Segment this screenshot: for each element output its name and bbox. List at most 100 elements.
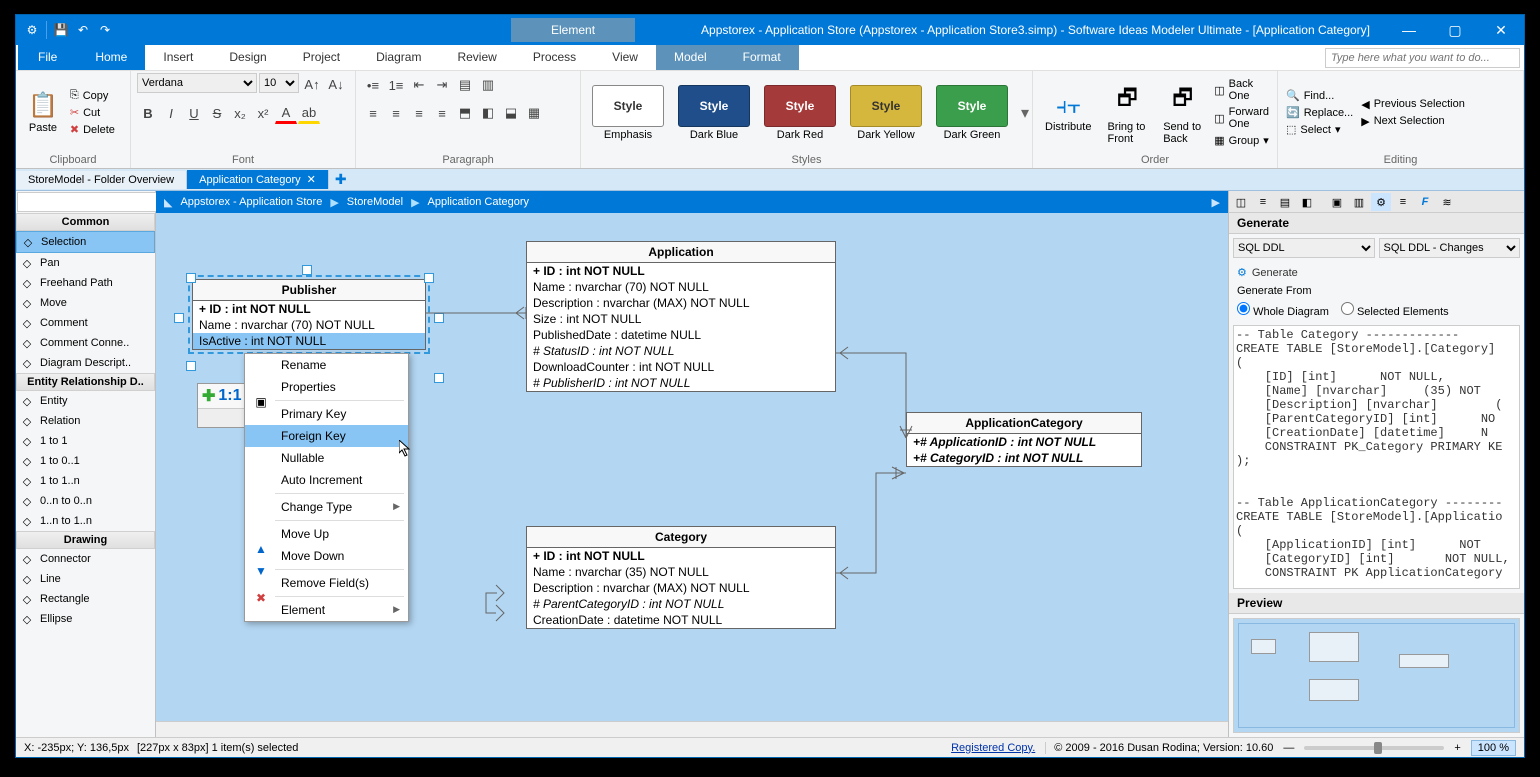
tab-review[interactable]: Review <box>439 45 514 70</box>
bc-root[interactable]: Appstorex - Application Store <box>180 196 322 208</box>
toolbox-item[interactable]: ◇1 to 1..n <box>16 471 155 491</box>
superscript-button[interactable]: x² <box>252 102 274 124</box>
valign-mid-button[interactable]: ◧ <box>477 102 499 124</box>
panel-icon[interactable]: ⚙ <box>1371 193 1391 211</box>
paste-button[interactable]: 📋 Paste <box>22 87 64 138</box>
context-menu-item[interactable]: Nullable <box>245 447 408 469</box>
style-item[interactable]: StyleDark Yellow <box>850 85 922 141</box>
italic-button[interactable]: I <box>160 102 182 124</box>
toolbox-item[interactable]: ◇Pan <box>16 253 155 273</box>
row-button[interactable]: ▥ <box>477 74 499 96</box>
relation-box[interactable]: ✚1:1 <box>197 383 249 428</box>
entity-field[interactable]: Name : nvarchar (35) NOT NULL <box>527 564 835 580</box>
panel-icon[interactable]: ≡ <box>1253 193 1273 211</box>
entity-field[interactable]: # ParentCategoryID : int NOT NULL <box>527 596 835 612</box>
erd-header[interactable]: Entity Relationship D.. <box>16 373 155 391</box>
font-family-select[interactable]: Verdana <box>137 73 257 93</box>
entity-field[interactable]: Name : nvarchar (70) NOT NULL <box>527 279 835 295</box>
styles-more-icon[interactable]: ▾ <box>1017 103 1033 123</box>
panel-icon[interactable]: ≋ <box>1437 193 1457 211</box>
tab-close-icon[interactable]: ✕ <box>307 173 316 186</box>
toolbox-item[interactable]: ◇Comment Conne.. <box>16 333 155 353</box>
group-button[interactable]: ▦Group ▾ <box>1212 133 1271 148</box>
back-one-button[interactable]: ◫Back One <box>1212 77 1271 103</box>
entity-field[interactable]: + ID : int NOT NULL <box>527 263 835 279</box>
number-list-button[interactable]: 1≡ <box>385 74 407 96</box>
toolbox-item[interactable]: ◇Diagram Descript.. <box>16 353 155 373</box>
tab-home[interactable]: Home <box>77 45 145 70</box>
entity-field[interactable]: + ID : int NOT NULL <box>527 548 835 564</box>
entity-category[interactable]: Category + ID : int NOT NULLName : nvarc… <box>526 526 836 629</box>
resize-handle[interactable] <box>434 313 444 323</box>
entity-field[interactable]: DownloadCounter : int NOT NULL <box>527 359 835 375</box>
sql-output[interactable]: -- Table Category ------------- CREATE T… <box>1233 325 1520 589</box>
justify-button[interactable]: ≡ <box>431 102 453 124</box>
cut-button[interactable]: ✂Cut <box>68 105 117 120</box>
context-menu-item[interactable]: Foreign Key <box>245 425 408 447</box>
toolbox-item[interactable]: ◇1..n to 1..n <box>16 511 155 531</box>
toolbox-item[interactable]: ◇Relation <box>16 411 155 431</box>
entity-publisher[interactable]: Publisher + ID : int NOT NULLName : nvar… <box>192 279 426 350</box>
resize-handle[interactable] <box>424 273 434 283</box>
file-menu[interactable]: File <box>18 45 77 70</box>
entity-field[interactable]: PublishedDate : datetime NULL <box>527 327 835 343</box>
fill-button[interactable]: ▦ <box>523 102 545 124</box>
bc-diagram[interactable]: Application Category <box>428 196 530 208</box>
bc-model[interactable]: StoreModel <box>347 196 403 208</box>
toolbox-search-input[interactable] <box>17 192 167 212</box>
entity-field[interactable]: Description : nvarchar (MAX) NOT NULL <box>527 580 835 596</box>
panel-icon[interactable]: ▥ <box>1349 193 1369 211</box>
prev-selection-button[interactable]: ◀Previous Selection <box>1359 97 1467 112</box>
style-item[interactable]: StyleDark Green <box>936 85 1008 141</box>
context-menu-item[interactable]: Move Up▲ <box>245 523 408 545</box>
resize-handle[interactable] <box>434 373 444 383</box>
sql-changes-select[interactable]: SQL DDL - Changes <box>1379 238 1521 258</box>
undo-icon[interactable]: ↶ <box>75 22 91 38</box>
bring-front-button[interactable]: 🗗Bring to Front <box>1101 77 1153 149</box>
drawing-header[interactable]: Drawing <box>16 531 155 549</box>
save-icon[interactable]: 💾 <box>53 22 69 38</box>
entity-application[interactable]: Application + ID : int NOT NULLName : nv… <box>526 241 836 392</box>
entity-field[interactable]: IsActive : int NOT NULL <box>193 333 425 349</box>
tab-diagram[interactable]: Diagram <box>358 45 439 70</box>
toolbox-item[interactable]: ◇1 to 1 <box>16 431 155 451</box>
align-center-button[interactable]: ≡ <box>385 102 407 124</box>
tab-model[interactable]: Model <box>656 45 725 70</box>
context-menu-item[interactable]: Primary Key <box>245 403 408 425</box>
context-menu-item[interactable]: Rename <box>245 354 408 376</box>
outdent-button[interactable]: ⇤ <box>408 74 430 96</box>
valign-top-button[interactable]: ⬒ <box>454 102 476 124</box>
registered-link[interactable]: Registered Copy. <box>951 742 1035 754</box>
close-button[interactable]: ✕ <box>1478 15 1524 45</box>
underline-button[interactable]: U <box>183 102 205 124</box>
entity-field[interactable]: CreationDate : datetime NOT NULL <box>527 612 835 628</box>
panel-icon[interactable]: ≡ <box>1393 193 1413 211</box>
select-button[interactable]: ⬚Select ▾ <box>1284 122 1355 137</box>
toolbox-item[interactable]: ◇Connector <box>16 549 155 569</box>
panel-icon[interactable]: F <box>1415 193 1435 211</box>
tab-view[interactable]: View <box>594 45 656 70</box>
entity-field[interactable]: Size : int NOT NULL <box>527 311 835 327</box>
tab-process[interactable]: Process <box>515 45 594 70</box>
context-menu-item[interactable]: Move Down▼ <box>245 545 408 567</box>
align-left-button[interactable]: ≡ <box>362 102 384 124</box>
whole-diagram-radio[interactable]: Whole Diagram <box>1237 302 1329 318</box>
toolbox-item[interactable]: ◇Move <box>16 293 155 313</box>
next-selection-button[interactable]: ▶Next Selection <box>1359 114 1467 129</box>
doc-tab-appcat[interactable]: Application Category✕ <box>187 170 329 189</box>
maximize-button[interactable]: ▢ <box>1432 15 1478 45</box>
toolbox-item[interactable]: ◇Comment <box>16 313 155 333</box>
context-menu-item[interactable]: Element▶ <box>245 599 408 621</box>
preview-box[interactable] <box>1233 618 1520 733</box>
tab-insert[interactable]: Insert <box>145 45 211 70</box>
common-header[interactable]: Common <box>16 213 155 231</box>
grow-font-icon[interactable]: A↑ <box>301 73 323 95</box>
panel-icon[interactable]: ◫ <box>1231 193 1251 211</box>
zoom-out-button[interactable]: — <box>1283 742 1294 754</box>
strike-button[interactable]: S <box>206 102 228 124</box>
entity-field[interactable]: Description : nvarchar (MAX) NOT NULL <box>527 295 835 311</box>
resize-handle[interactable] <box>302 265 312 275</box>
panel-icon[interactable]: ◧ <box>1297 193 1317 211</box>
doc-tab-folder[interactable]: StoreModel - Folder Overview <box>16 171 187 189</box>
resize-handle[interactable] <box>186 273 196 283</box>
